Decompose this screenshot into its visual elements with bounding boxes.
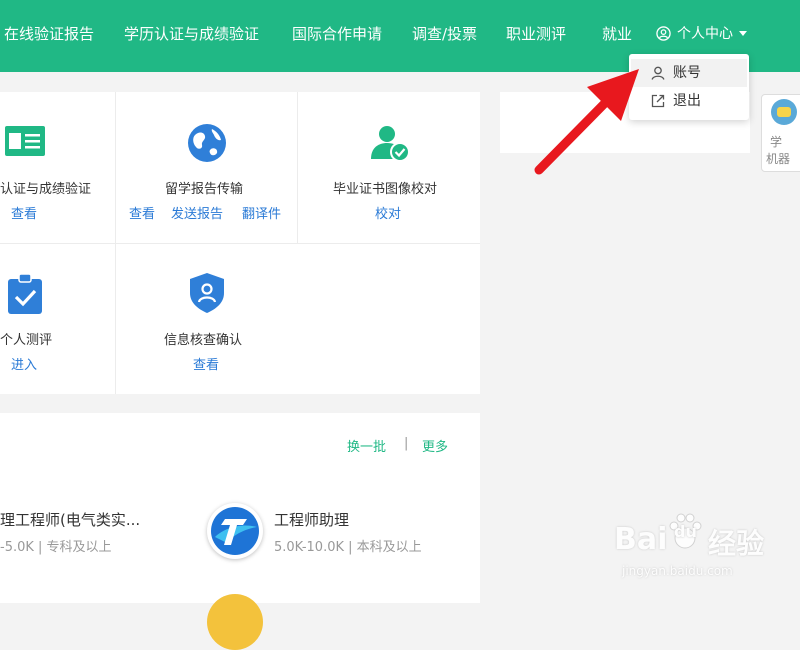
change-batch-link[interactable]: 换一批 [347,436,386,455]
job-title-2[interactable]: 工程师助理 [274,509,349,530]
more-link[interactable]: 更多 [422,436,448,455]
watermark-suffix: 经验 [708,527,765,560]
job-meta-2: 5.0K-10.0K | 本科及以上 [274,540,422,555]
watermark-url: jingyan.baidu.com [622,564,733,578]
watermark-brand: Bai [614,522,668,557]
jobs-separator: | [404,436,409,451]
job-meta-1: -5.0K | 专科及以上 [0,540,112,555]
company-logo-icon [211,507,259,555]
baidu-watermark: Bai du 经验 jingyan.baidu.com [612,512,792,582]
watermark-du: du [674,522,697,541]
job-title-1[interactable]: 理工程师(电气类实... [0,509,140,530]
company-logo[interactable] [207,503,263,559]
company-logo-2[interactable] [207,594,263,650]
